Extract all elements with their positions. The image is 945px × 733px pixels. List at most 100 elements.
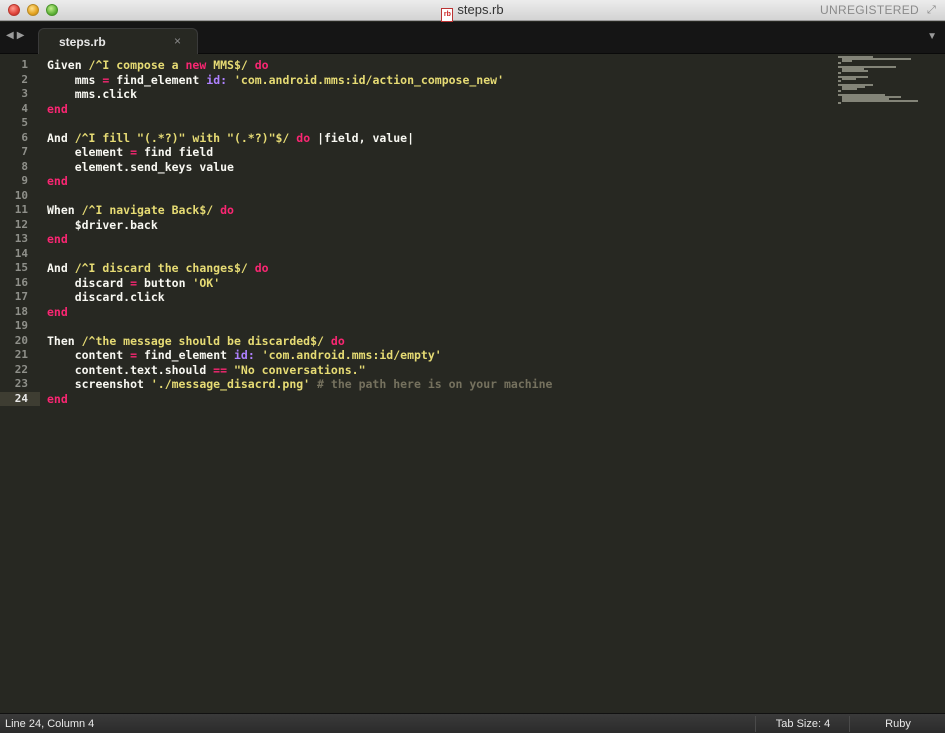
forward-arrow-icon[interactable]: ▶ xyxy=(17,30,28,41)
code-token: end xyxy=(47,174,68,188)
code-line[interactable]: discard = button 'OK' xyxy=(47,276,552,291)
code-line[interactable]: end xyxy=(47,102,552,117)
line-number: 10 xyxy=(14,188,28,202)
tab-label: steps.rb xyxy=(59,35,106,49)
title-bar: rb steps.rb UNREGISTERED ⤢ xyxy=(0,0,945,22)
code-token: Given xyxy=(47,58,89,72)
window-title-text: steps.rb xyxy=(457,2,504,17)
code-token: id: xyxy=(206,72,228,87)
code-line[interactable]: end xyxy=(47,232,552,247)
line-number: 6 xyxy=(21,130,28,144)
code-line[interactable]: element.send_keys value xyxy=(47,160,552,175)
minimap[interactable] xyxy=(838,56,928,106)
code-token: end xyxy=(47,391,68,406)
tab-close-icon[interactable]: × xyxy=(174,34,181,48)
line-number: 13 xyxy=(14,232,28,245)
line-number: 23 xyxy=(14,377,28,390)
status-bar: Line 24, Column 4 Tab Size: 4 Ruby xyxy=(0,713,945,733)
code-token: content.text.should xyxy=(47,362,214,377)
code-line[interactable]: end xyxy=(47,305,552,320)
code-line[interactable] xyxy=(47,116,552,131)
line-number: 11 xyxy=(14,203,28,216)
code-token: discard.click xyxy=(47,290,165,304)
code-token: end xyxy=(47,232,68,246)
line-number: 16 xyxy=(14,275,28,289)
code-token: do xyxy=(220,203,234,217)
code-token: When xyxy=(47,203,82,217)
back-arrow-icon[interactable]: ◀ xyxy=(6,30,17,41)
code-token: = xyxy=(130,348,138,362)
line-number: 21 xyxy=(14,348,28,361)
code-line[interactable] xyxy=(47,319,552,334)
code-line[interactable]: Given /^I compose a new MMS$/ do xyxy=(47,58,552,73)
code-line[interactable]: When /^I navigate Back$/ do xyxy=(47,203,552,218)
code-line[interactable]: discard.click xyxy=(47,290,552,305)
code-line[interactable]: end xyxy=(47,174,552,189)
minimap-line xyxy=(842,58,911,60)
unregistered-label: UNREGISTERED xyxy=(820,3,919,17)
status-divider xyxy=(755,716,756,732)
minimap-line xyxy=(842,70,868,72)
minimap-line xyxy=(838,102,842,104)
status-divider xyxy=(849,716,850,732)
code-line[interactable]: mms = find_element id: 'com.android.mms:… xyxy=(47,73,552,88)
line-number: 20 xyxy=(14,333,28,347)
code-token: content xyxy=(47,348,131,362)
minimap-line xyxy=(838,90,842,92)
code-line[interactable]: content.text.should == "No conversations… xyxy=(47,363,552,378)
line-number: 24 xyxy=(14,391,28,405)
code-token: id: xyxy=(233,348,255,362)
code-editor[interactable]: 1 2 3 4 5 6 7 8 9 10 11 12 13 14 15 16 17 18 19 20 21 22 23 24 … xyxy=(0,54,945,713)
fullscreen-icon[interactable]: ⤢ xyxy=(927,4,939,16)
code-line[interactable]: mms.click xyxy=(47,87,552,102)
line-number: 22 xyxy=(14,362,28,376)
code-line[interactable]: content = find_element id: 'com.android.… xyxy=(47,348,552,363)
minimap-line xyxy=(842,88,857,90)
code-token: mms.click xyxy=(47,87,138,101)
code-line[interactable]: $driver.back xyxy=(47,218,552,233)
code-line[interactable]: And /^I discard the changes$/ do xyxy=(47,261,552,276)
code-token: = xyxy=(130,275,138,290)
line-number: 7 xyxy=(21,145,28,158)
tab-list-dropdown-icon[interactable]: ▼ xyxy=(927,31,937,42)
code-line[interactable]: end xyxy=(47,392,552,407)
line-number: 2 xyxy=(21,72,28,86)
code-token: = xyxy=(130,145,138,159)
code-line[interactable] xyxy=(47,247,552,262)
window-title: rb steps.rb xyxy=(0,2,945,22)
code-token: element.send_keys value xyxy=(47,159,234,174)
line-number: 18 xyxy=(14,304,28,318)
line-number: 3 xyxy=(21,87,28,100)
minimap-line xyxy=(838,80,842,82)
minimap-line xyxy=(842,60,853,62)
code-line[interactable]: element = find field xyxy=(47,145,552,160)
code-token: find_element xyxy=(137,348,234,362)
ruby-file-icon: rb xyxy=(441,8,454,22)
tab-steps-rb[interactable]: steps.rb × xyxy=(38,28,198,54)
code-token: And xyxy=(47,261,75,275)
code-token: == xyxy=(213,362,228,377)
code-area[interactable]: Given /^I compose a new MMS$/ do mms = f… xyxy=(47,58,552,406)
code-line[interactable]: Then /^the message should be discarded$/… xyxy=(47,334,552,349)
code-token: "No conversations." xyxy=(233,362,366,377)
line-number: 17 xyxy=(14,290,28,303)
code-token: MMS$/ xyxy=(206,58,248,72)
code-token: 'com.android.mms:id/empty' xyxy=(261,348,442,362)
code-line[interactable]: screenshot './message_disacrd.png' # the… xyxy=(47,377,553,392)
line-number-gutter: 1 2 3 4 5 6 7 8 9 10 11 12 13 14 15 16 17 18 19 20 21 22 23 24 xyxy=(0,54,40,713)
code-token: And xyxy=(47,130,75,145)
code-line[interactable]: And /^I fill "(.*?)" with "(.*?)"$/ do |… xyxy=(47,131,552,146)
tab-size-selector[interactable]: Tab Size: 4 xyxy=(757,718,849,730)
code-token: button xyxy=(137,275,193,290)
syntax-selector[interactable]: Ruby xyxy=(851,718,945,730)
tab-navigation: ◀▶ xyxy=(6,30,27,41)
code-token: /^I navigate Back$/ xyxy=(81,203,214,217)
code-line[interactable] xyxy=(47,189,552,204)
code-token: /^I fill "(.*?)" with "(.*?)"$/ xyxy=(74,130,290,145)
code-token: # the path here is on your machine xyxy=(317,377,553,391)
line-number: 8 xyxy=(21,159,28,173)
code-token: mms xyxy=(47,72,103,87)
